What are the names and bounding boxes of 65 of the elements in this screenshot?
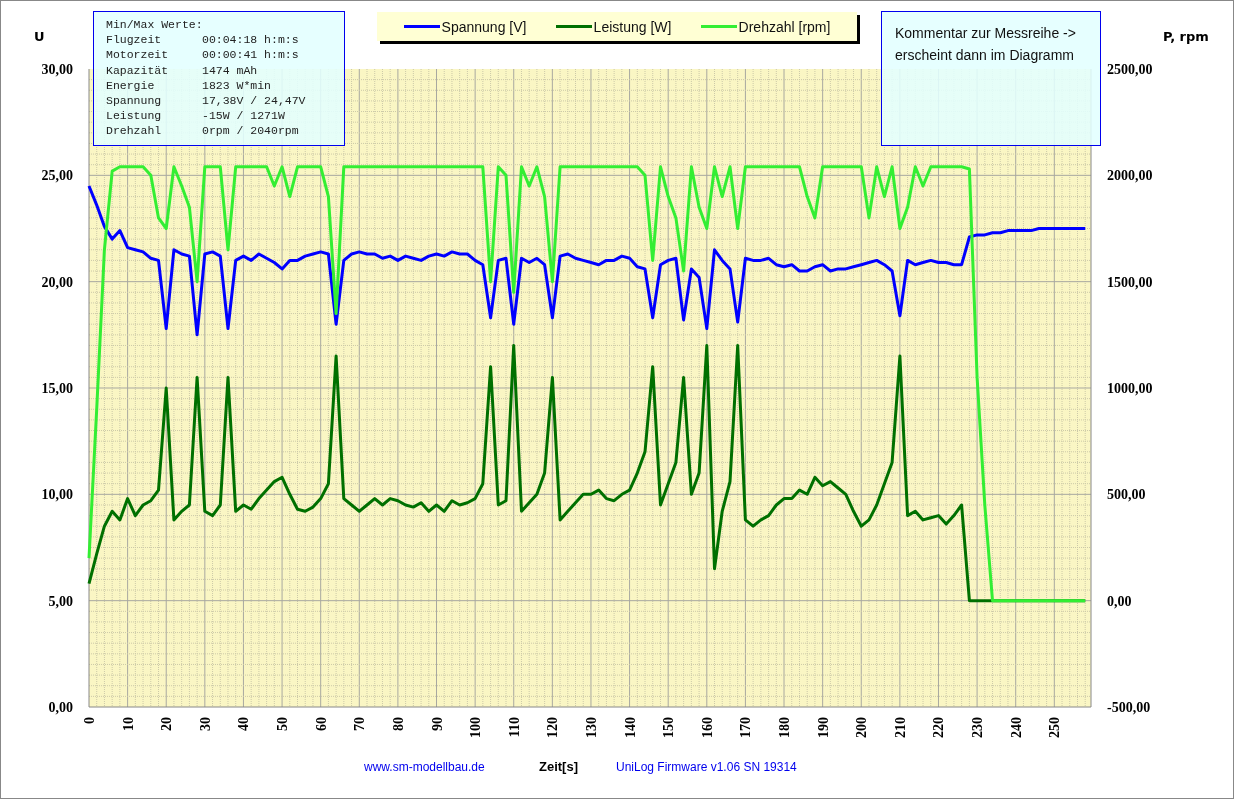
axis-tick-label: 100 — [468, 717, 484, 738]
info-label: Drehzahl — [106, 123, 163, 139]
axis-tick-label: 160 — [699, 717, 715, 738]
axis-tick-label: 140 — [622, 717, 638, 738]
axis-tick-label: 1500,00 — [1107, 274, 1153, 290]
axis-tick-label: 2500,00 — [1107, 62, 1153, 77]
comment-text: erscheint dann im Diagramm — [895, 46, 1075, 65]
axis-tick-label: 0,00 — [1107, 593, 1132, 609]
firmware-info: UniLog Firmware v1.06 SN 19314 — [616, 760, 797, 774]
info-value: 00:00:41 h:m:s — [202, 47, 299, 63]
axis-tick-label: 2000,00 — [1107, 168, 1153, 184]
website-link[interactable]: www.sm-modellbau.de — [364, 760, 485, 774]
axis-tick-label: 1000,00 — [1107, 381, 1153, 396]
axis-tick-label: 80 — [390, 717, 406, 731]
axis-tick-label: 25,00 — [41, 168, 73, 184]
info-label: Spannung — [106, 93, 163, 109]
axis-tick-label: 150 — [661, 717, 677, 738]
axis-tick-label: 5,00 — [48, 593, 73, 609]
axis-tick-label: 60 — [313, 717, 329, 731]
info-label: Leistung — [106, 108, 163, 124]
axis-tick-label: 210 — [892, 717, 908, 738]
axis-tick-label: 230 — [970, 717, 986, 738]
axis-tick-label: 240 — [1008, 717, 1024, 738]
axis-tick-label: 30 — [197, 717, 213, 731]
legend-label: Spannung [V] — [441, 18, 527, 35]
axis-tick-label: 200 — [854, 717, 870, 738]
axis-tick-label: 500,00 — [1107, 487, 1146, 503]
axis-tick-label: 190 — [815, 717, 831, 738]
axis-tick-label: 10 — [120, 717, 136, 731]
axis-tick-label: -500,00 — [1107, 700, 1151, 715]
axis-tick-label: 130 — [583, 717, 599, 738]
comment-text: Kommentar zur Messreihe -> — [895, 24, 1077, 43]
legend-label: Leistung [W] — [593, 18, 672, 35]
axis-tick-label: 50 — [275, 717, 291, 731]
info-value: 1823 W*min — [202, 77, 271, 93]
axis-tick-label: 70 — [352, 717, 368, 731]
info-value: -15W / 1271W — [202, 108, 285, 124]
info-value: 1474 mAh — [202, 62, 258, 78]
axis-tick-label: 30,00 — [41, 62, 73, 77]
axis-tick-label: 90 — [429, 717, 445, 731]
axis-tick-label: 10,00 — [41, 487, 73, 503]
axis-tick-label: 15,00 — [41, 381, 73, 396]
info-label: Motorzeit — [106, 47, 170, 63]
axis-tick-label: 20,00 — [41, 274, 73, 290]
axis-tick-label: 220 — [931, 717, 947, 738]
axis-tick-label: 20 — [159, 717, 175, 731]
axis-tick-label: 120 — [545, 717, 561, 738]
axis-title: P, rpm — [1163, 29, 1209, 44]
axis-tick-label: 40 — [236, 717, 252, 731]
axis-tick-label: 110 — [506, 717, 522, 738]
axis-tick-label: 180 — [777, 717, 793, 738]
axis-tick-label: 170 — [738, 717, 754, 738]
info-title: Min/Max Werte: — [106, 17, 204, 33]
info-label: Energie — [106, 77, 156, 93]
axis-title: Zeit[s] — [539, 759, 578, 774]
axis-tick-label: 250 — [1047, 717, 1063, 738]
axis-tick-label: 0,00 — [48, 700, 73, 715]
info-value: 00:04:18 h:m:s — [202, 32, 299, 48]
legend-label: Drehzahl [rpm] — [738, 18, 831, 35]
axis-title: U — [34, 29, 45, 44]
info-value: 0rpm / 2040rpm — [202, 123, 299, 139]
info-label: Kapazität — [106, 62, 170, 78]
info-value: 17,38V / 24,47V — [202, 93, 306, 109]
axis-tick-label: 0 — [82, 717, 97, 724]
info-label: Flugzeit — [106, 32, 163, 48]
